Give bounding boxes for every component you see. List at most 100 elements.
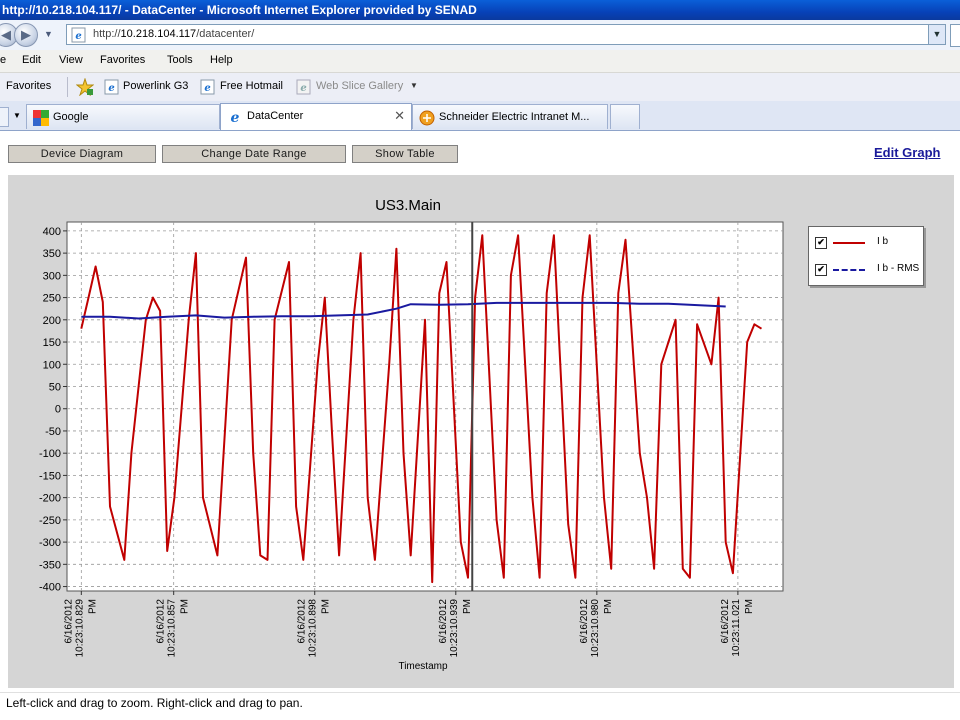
url-host: 10.218.104.117 <box>120 28 197 40</box>
device-diagram-button[interactable]: Device Diagram <box>8 145 156 163</box>
google-favicon-icon <box>33 110 49 126</box>
y-tick-label: -200 <box>39 493 61 505</box>
y-tick-label: -350 <box>39 559 61 571</box>
x-axis: 6/16/2012 10:23:10.829 PM 6/16/2012 10:23:10… <box>63 591 755 657</box>
address-bar[interactable]: e http://10.218.104.117/datacenter/ ▼ <box>66 24 946 45</box>
tab-bar: ▼ Google e DataCenter ✕ Schneider Electr… <box>0 101 960 131</box>
legend-checkbox-ib[interactable]: ✔ <box>815 237 827 249</box>
y-tick-label: -250 <box>39 515 61 527</box>
x-tick-label: 6/16/2012 <box>297 599 308 644</box>
x-tick-label: 10:23:10.829 <box>74 599 85 658</box>
menu-help[interactable]: Help <box>210 54 233 66</box>
favorites-button[interactable]: Favorites <box>6 80 51 92</box>
status-divider <box>0 692 960 693</box>
favorite-free-hotmail[interactable]: Free Hotmail <box>220 80 283 92</box>
plot-area[interactable] <box>66 221 784 592</box>
tab-label: Schneider Electric Intranet M... <box>439 111 590 123</box>
y-tick-label: 200 <box>43 315 61 327</box>
tab-datacenter[interactable]: e DataCenter ✕ <box>220 103 412 130</box>
svg-text:e: e <box>75 31 81 42</box>
y-tick-label: 250 <box>43 293 61 305</box>
add-favorite-star-icon[interactable] <box>76 78 94 96</box>
legend-checkbox-ib-rms[interactable]: ✔ <box>815 264 827 276</box>
change-date-range-button[interactable]: Change Date Range <box>162 145 346 163</box>
x-tick-label: PM <box>603 599 614 614</box>
tab-label: Google <box>53 111 89 123</box>
tab-google[interactable]: Google <box>26 104 220 129</box>
menu-edit[interactable]: Edit <box>22 54 41 66</box>
menu-view[interactable]: View <box>59 54 83 66</box>
legend-label-ib-rms: I b - RMS <box>877 263 920 274</box>
x-tick-label: 6/16/2012 <box>156 599 167 644</box>
favorite-web-slice-gallery[interactable]: Web Slice Gallery <box>316 80 403 92</box>
y-tick-label: 350 <box>43 248 61 260</box>
y-tick-label: -100 <box>39 448 61 460</box>
ie-page-icon: e <box>104 79 119 95</box>
x-tick-label: 10:23:10.980 <box>590 599 601 658</box>
x-tick-label: 10:23:10.939 <box>449 599 460 658</box>
chart-title: US3.Main <box>375 197 441 214</box>
x-tick-label: 6/16/2012 <box>720 599 731 644</box>
x-tick-label: PM <box>321 599 332 614</box>
y-axis: 400 350 300 250 200 150 100 50 0 -50 -100 -150 -200 -… <box>39 226 67 594</box>
menu-favorites[interactable]: Favorites <box>100 54 145 66</box>
menu-file[interactable]: e <box>0 54 6 66</box>
show-table-button[interactable]: Show Table <box>352 145 458 163</box>
web-slice-dropdown-icon[interactable]: ▼ <box>410 81 418 90</box>
tab-list-dropdown-icon[interactable]: ▼ <box>13 111 21 120</box>
x-axis-label: Timestamp <box>398 661 448 672</box>
y-tick-label: 150 <box>43 337 61 349</box>
y-tick-label: 0 <box>55 404 61 416</box>
web-slice-icon: e <box>296 79 311 95</box>
address-refresh-button[interactable] <box>950 24 960 47</box>
history-dropdown-icon[interactable]: ▼ <box>44 29 53 39</box>
y-tick-label: -300 <box>39 537 61 549</box>
forward-arrow-icon: ▶ <box>21 27 31 42</box>
legend-item-ib[interactable]: ✔ I b <box>813 236 921 250</box>
address-url[interactable]: http://10.218.104.117/datacenter/ <box>93 25 254 44</box>
y-tick-label: 100 <box>43 359 61 371</box>
close-tab-icon[interactable]: ✕ <box>394 104 405 128</box>
x-tick-label: PM <box>87 599 98 614</box>
x-tick-label: 10:23:10.898 <box>308 599 319 658</box>
legend-label-ib: I b <box>877 236 889 247</box>
schneider-favicon-icon <box>419 110 435 126</box>
chart-instructions: Left-click and drag to zoom. Right-click… <box>6 696 303 710</box>
ie-page-icon: e <box>200 79 215 95</box>
svg-text:e: e <box>300 83 306 94</box>
y-tick-label: -150 <box>39 470 61 482</box>
chart-legend: ✔ I b ✔ I b - RMS <box>808 226 924 286</box>
address-dropdown-icon[interactable]: ▼ <box>928 25 945 44</box>
address-toolbar: ◀ ▶ ▼ e http://10.218.104.117/datacenter… <box>0 20 960 50</box>
x-tick-label: PM <box>180 599 191 614</box>
url-prefix: http:// <box>93 28 121 40</box>
window-title: http://10.218.104.117/ - DataCenter - Mi… <box>2 3 477 17</box>
x-tick-label: 6/16/2012 <box>63 599 74 644</box>
ie-favicon-icon: e <box>231 110 240 125</box>
legend-item-ib-rms[interactable]: ✔ I b - RMS <box>813 263 921 277</box>
url-path: /datacenter/ <box>196 28 255 40</box>
edit-graph-link[interactable]: Edit Graph <box>874 145 940 160</box>
x-tick-label: 10:23:10.857 <box>167 599 178 658</box>
forward-button[interactable]: ▶ <box>14 23 38 47</box>
menu-tools[interactable]: Tools <box>167 54 193 66</box>
favorites-separator <box>67 77 68 97</box>
x-tick-label: 6/16/2012 <box>438 599 449 644</box>
new-tab-button[interactable] <box>610 104 640 129</box>
legend-swatch-ib <box>833 242 865 244</box>
svg-text:e: e <box>108 83 114 94</box>
favorites-bar: Favorites e Powerlink G3 e Free Hotmail … <box>0 73 960 102</box>
y-tick-label: 400 <box>43 226 61 238</box>
legend-swatch-ib-rms <box>833 269 865 271</box>
menu-bar: e Edit View Favorites Tools Help <box>0 50 960 73</box>
window-title-bar: http://10.218.104.117/ - DataCenter - Mi… <box>0 0 960 20</box>
x-tick-label: PM <box>744 599 755 614</box>
y-tick-label: -50 <box>45 426 61 438</box>
x-tick-label: 10:23:11.021 <box>731 599 742 657</box>
favorite-powerlink[interactable]: Powerlink G3 <box>123 80 188 92</box>
tab-schneider-intranet[interactable]: Schneider Electric Intranet M... <box>412 104 608 129</box>
quick-tabs-button[interactable] <box>0 107 9 127</box>
y-tick-label: 300 <box>43 270 61 282</box>
svg-text:e: e <box>204 83 210 94</box>
x-tick-label: 6/16/2012 <box>579 599 590 644</box>
